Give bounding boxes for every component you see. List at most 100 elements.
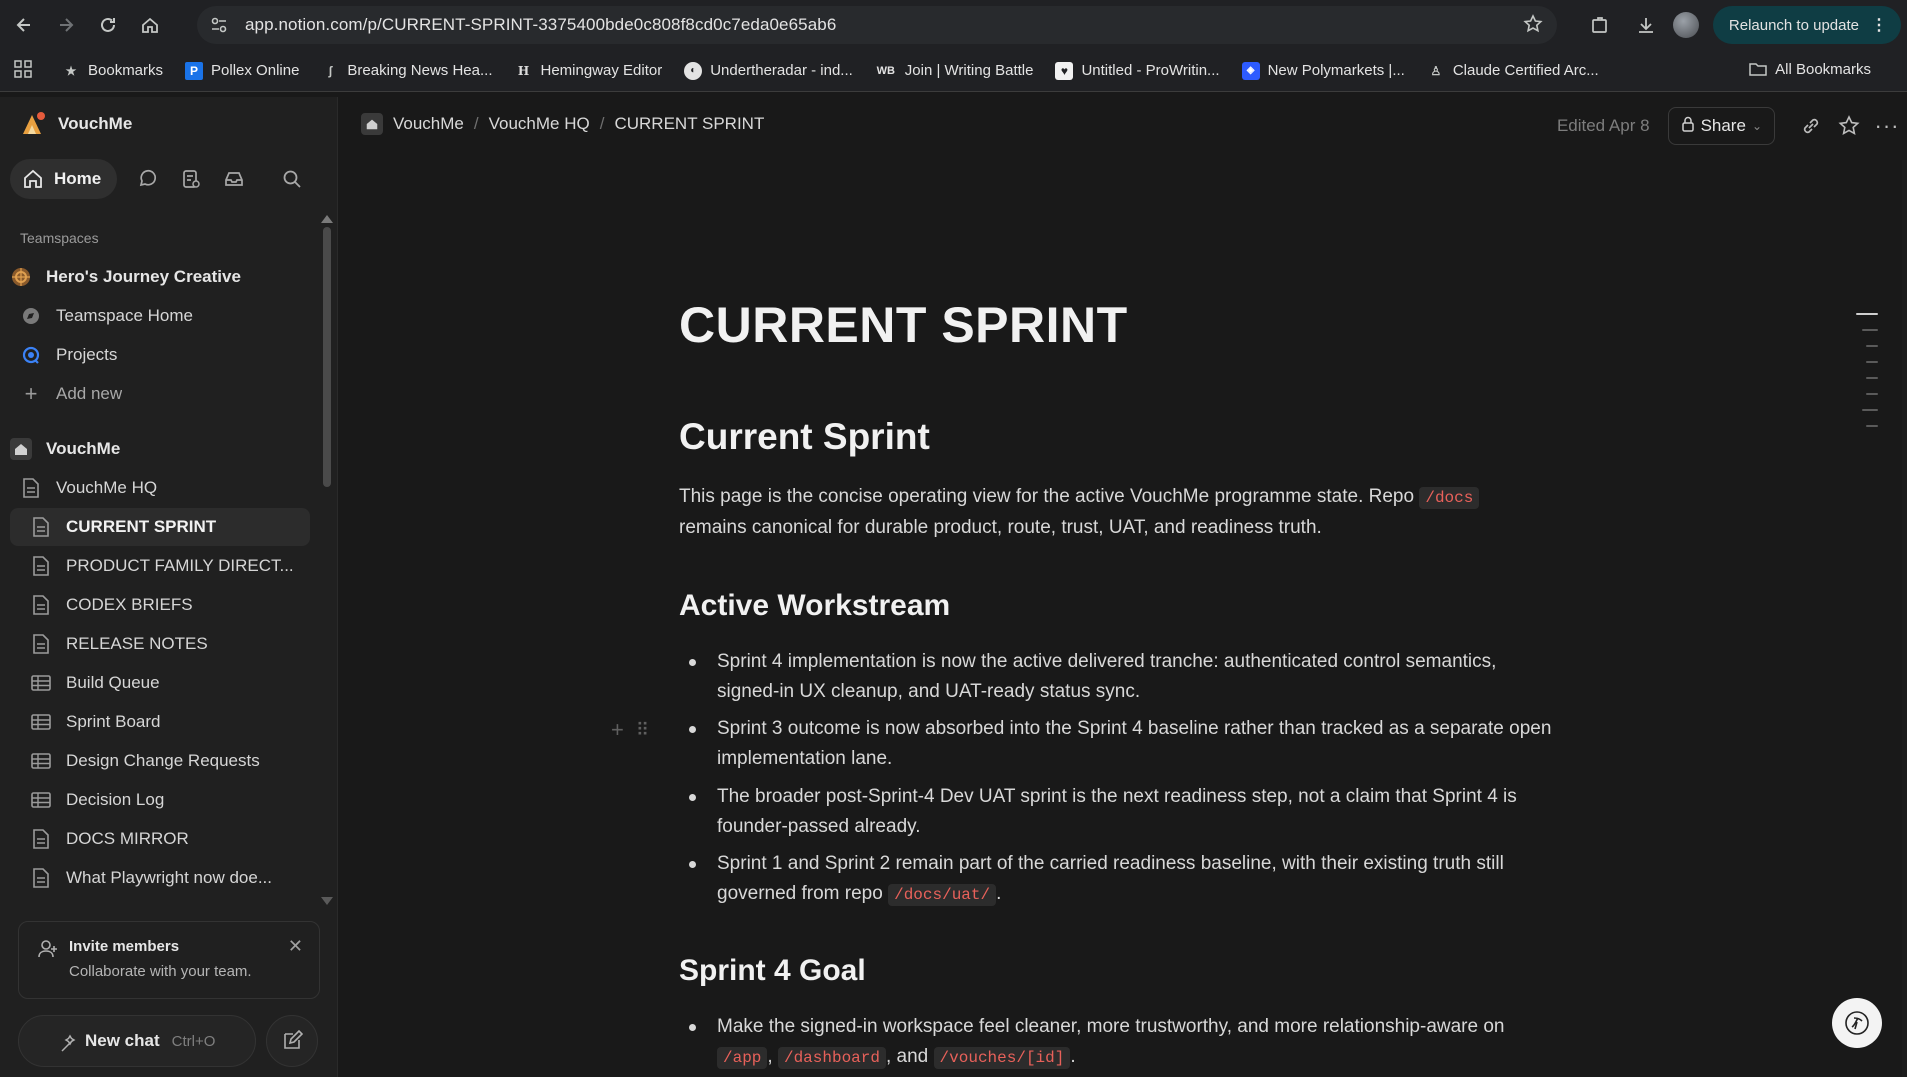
notion-ai-help-icon[interactable] [1832,998,1882,1048]
plus-icon: + [24,381,38,406]
close-icon[interactable]: ✕ [288,936,303,957]
page-icon [30,594,52,616]
page-scrollbar[interactable] [1902,160,1907,1077]
toc-line[interactable] [1866,377,1878,379]
sidebar-item-teamspace-home[interactable]: Teamspace Home [20,297,320,335]
badge-icon: ♙ [1430,63,1442,78]
bookmark-star-icon[interactable] [1523,14,1543,39]
toc-line[interactable] [1866,393,1878,395]
bookmark-item[interactable]: ♙ Claude Certified Arc... [1427,62,1598,80]
list-item[interactable]: Sprint 3 outcome is now absorbed into th… [679,714,1559,774]
relaunch-button[interactable]: Relaunch to update ⋮ [1712,6,1901,44]
profile-avatar[interactable] [1672,12,1699,38]
sidebar-item-build-queue[interactable]: Build Queue [30,664,330,702]
ai-chat-icon [59,1032,81,1059]
sidebar-item-product-family[interactable]: PRODUCT FAMILY DIRECT... [30,547,330,585]
reload-icon[interactable] [90,7,126,43]
apps-grid-icon[interactable] [14,59,32,82]
sidebar-item-add-new[interactable]: + Add new [20,375,320,413]
toc-line[interactable] [1866,361,1878,363]
sidebar-item-sprint-board[interactable]: Sprint Board [30,703,330,741]
forward-icon[interactable] [48,7,84,43]
home-button[interactable]: Home [10,159,118,199]
list-item[interactable]: The broader post-Sprint-4 Dev UAT sprint… [679,782,1559,842]
sidebar-item-vouchme[interactable]: VouchMe [10,430,310,468]
favorite-star-icon[interactable] [1831,108,1867,144]
sidebar-item-playwright[interactable]: What Playwright now doe... [30,859,330,897]
compass-icon [20,305,42,327]
inline-code: /vouches/[id] [933,1047,1071,1069]
bookmark-item[interactable]: WB Join | Writing Battle [875,62,1034,80]
sidebar-item-codex-briefs[interactable]: CODEX BRIEFS [30,586,330,624]
sidebar: VouchMe Home Teamspaces Hero's Journey C… [0,97,338,1077]
heading-sprint-goal[interactable]: Sprint 4 Goal [679,954,866,988]
block-handle[interactable]: + ⠿ [611,717,649,743]
breadcrumb-item[interactable]: VouchMe [361,113,464,135]
meeting-notes-icon[interactable] [174,162,208,196]
compose-icon[interactable] [266,1015,318,1067]
sidebar-item-design-change-requests[interactable]: Design Change Requests [30,742,330,780]
more-options-icon[interactable]: ··· [1869,108,1905,144]
search-icon[interactable] [275,162,309,196]
bookmark-item[interactable]: ♥ Untitled - ProWritin... [1055,61,1220,80]
table-of-contents-minimap[interactable] [1856,313,1878,441]
copy-link-icon[interactable] [1793,108,1829,144]
inbox-icon[interactable] [217,162,251,196]
new-chat-button[interactable]: New chat Ctrl+O [18,1015,256,1067]
sidebar-item-decision-log[interactable]: Decision Log [30,781,330,819]
heading-active-workstream[interactable]: Active Workstream [679,589,950,623]
heading-current-sprint[interactable]: Current Sprint [679,416,930,458]
toc-line[interactable] [1862,329,1878,331]
bookmark-icon: ʃ [328,63,333,78]
invite-members-card[interactable]: Invite members Collaborate with your tea… [18,921,320,999]
sidebar-scrollbar[interactable] [323,227,331,487]
site-info-icon[interactable] [207,13,231,37]
scroll-down-arrow[interactable] [321,897,333,905]
chat-bubble-icon[interactable] [131,162,165,196]
download-icon[interactable] [1627,6,1665,44]
teamspaces-label: Teamspaces [20,230,99,246]
add-block-icon[interactable]: + [611,717,624,743]
bookmark-item[interactable]: ◐ Undertheradar - ind... [684,61,853,80]
folder-icon [1749,60,1767,78]
extensions-icon[interactable] [1581,6,1619,44]
new-chat-shortcut: Ctrl+O [171,1032,216,1050]
list-item[interactable]: Sprint 4 implementation is now the activ… [679,647,1559,707]
home-icon[interactable] [132,7,168,43]
edited-timestamp: Edited Apr 8 [1556,116,1650,135]
toc-line[interactable] [1866,425,1878,427]
toc-line[interactable] [1866,345,1878,347]
list-item[interactable]: Sprint 1 and Sprint 2 remain part of the… [679,849,1559,910]
workspace-name: VouchMe [58,114,133,133]
home-label: Home [54,169,102,188]
all-bookmarks-button[interactable]: All Bookmarks [1749,60,1871,78]
toc-line[interactable] [1862,409,1878,411]
page-title[interactable]: CURRENT SPRINT [679,296,1128,354]
sidebar-item-docs-mirror[interactable]: DOCS MIRROR [30,820,330,858]
sidebar-item-vouchme-hq[interactable]: VouchMe HQ [20,469,320,507]
bookmark-item[interactable]: H Hemingway Editor [514,61,662,80]
bookmark-item[interactable]: ★ Bookmarks [62,62,163,80]
share-button[interactable]: Share ⌄ [1667,107,1775,145]
bookmark-item[interactable]: P Pollex Online [185,61,299,80]
back-icon[interactable] [6,7,42,43]
bookmarks-bar: ★ Bookmarks P Pollex Online ʃ Breaking N… [0,50,1907,92]
workspace-switcher[interactable]: VouchMe [20,111,132,137]
intro-paragraph[interactable]: This page is the concise operating view … [679,482,1559,543]
bookmark-item[interactable]: ◈ New Polymarkets |... [1241,61,1405,80]
toc-line[interactable] [1856,313,1878,315]
address-bar[interactable]: app.notion.com/p/CURRENT-SPRINT-3375400b… [197,6,1557,44]
sidebar-item-projects[interactable]: Projects [20,336,320,374]
scroll-up-arrow[interactable] [321,215,333,223]
sidebar-item-current-sprint[interactable]: CURRENT SPRINT [10,508,310,546]
breadcrumb-item[interactable]: VouchMe HQ [489,114,590,134]
hemingway-icon: H [514,61,533,80]
sidebar-item-heros-journey[interactable]: Hero's Journey Creative [10,258,310,296]
home-page-icon [361,113,383,135]
breadcrumb-item[interactable]: CURRENT SPRINT [614,114,764,134]
sidebar-item-release-notes[interactable]: RELEASE NOTES [30,625,330,663]
list-item[interactable]: Make the signed-in workspace feel cleane… [679,1012,1559,1073]
bookmark-item[interactable]: ʃ Breaking News Hea... [321,62,492,80]
drag-handle-icon[interactable]: ⠿ [636,720,649,741]
url-text[interactable]: app.notion.com/p/CURRENT-SPRINT-3375400b… [245,15,836,35]
